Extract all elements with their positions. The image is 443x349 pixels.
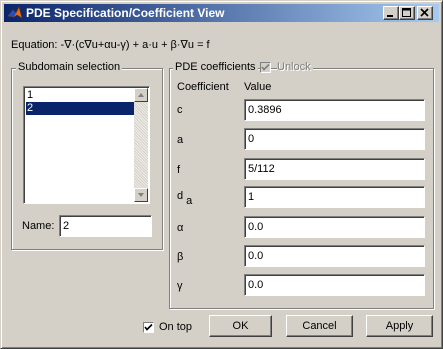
pde-coefficient-window: PDE Specification/Coefficient View Equat… bbox=[0, 0, 443, 349]
checkmark-icon bbox=[261, 63, 270, 71]
coefficient-label-d: d bbox=[177, 190, 184, 202]
scroll-up-arrow-icon bbox=[138, 93, 144, 97]
ok-button[interactable]: OK bbox=[209, 315, 272, 337]
coefficient-label-d-subscript: a bbox=[186, 195, 193, 207]
maximize-button[interactable] bbox=[399, 6, 415, 20]
subdomain-name-field[interactable]: 2 bbox=[59, 215, 152, 237]
name-label: Name: bbox=[22, 220, 55, 232]
window-title: PDE Specification/Coefficient View bbox=[26, 6, 225, 20]
coefficient-value-a[interactable]: 0 bbox=[244, 128, 425, 150]
on-top-checkbox[interactable] bbox=[143, 322, 154, 333]
subdomain-list-item-2[interactable]: 2 bbox=[26, 102, 135, 115]
minimize-button[interactable] bbox=[383, 6, 399, 20]
close-button[interactable] bbox=[417, 6, 433, 20]
cancel-button[interactable]: Cancel bbox=[286, 315, 353, 337]
coefficient-value-c[interactable]: 0.3896 bbox=[244, 99, 425, 121]
coefficient-value-f[interactable]: 5/112 bbox=[244, 158, 425, 180]
maximize-icon bbox=[402, 8, 411, 17]
subdomain-group-title: Subdomain selection bbox=[16, 61, 123, 73]
coefficient-label-gamma: γ bbox=[177, 280, 183, 292]
unlock-label: Unlock bbox=[277, 61, 313, 73]
pde-coefficients-group-title: PDE coefficients bbox=[173, 61, 258, 73]
on-top-label: On top bbox=[159, 321, 193, 333]
matlab-icon bbox=[7, 5, 23, 21]
equation-text: Equation: -∇·(c∇u+αu-γ) + a·u + β·∇u = f bbox=[11, 39, 210, 51]
coefficient-label-beta: β bbox=[177, 251, 184, 263]
unlock-checkbox[interactable] bbox=[260, 62, 271, 73]
scroll-down-button[interactable] bbox=[134, 188, 148, 202]
coefficient-label-da: da bbox=[177, 190, 192, 207]
subdomain-listbox[interactable]: 1 2 bbox=[23, 86, 150, 204]
scroll-down-arrow-icon bbox=[138, 193, 144, 197]
close-icon bbox=[420, 8, 429, 17]
scroll-up-button[interactable] bbox=[134, 88, 148, 102]
coefficient-column-header: Coefficient bbox=[177, 81, 229, 93]
title-bar[interactable]: PDE Specification/Coefficient View bbox=[4, 4, 439, 22]
coefficient-value-da[interactable]: 1 bbox=[244, 186, 425, 208]
coefficient-label-alpha: α bbox=[177, 222, 184, 234]
checkmark-icon bbox=[144, 323, 153, 331]
subdomain-list-item-1[interactable]: 1 bbox=[26, 89, 135, 102]
subdomain-scrollbar[interactable] bbox=[134, 88, 148, 202]
coefficient-value-beta[interactable]: 0.0 bbox=[244, 245, 425, 267]
coefficient-value-gamma[interactable]: 0.0 bbox=[244, 274, 425, 296]
coefficient-value-alpha[interactable]: 0.0 bbox=[244, 216, 425, 238]
minimize-icon bbox=[387, 15, 393, 17]
value-column-header: Value bbox=[244, 81, 272, 93]
pde-coefficients-title-text: PDE coefficients bbox=[175, 61, 256, 73]
coefficient-label-a: a bbox=[177, 134, 184, 146]
coefficient-label-f: f bbox=[177, 164, 181, 176]
apply-button[interactable]: Apply bbox=[366, 315, 433, 337]
coefficient-label-c: c bbox=[177, 104, 183, 116]
